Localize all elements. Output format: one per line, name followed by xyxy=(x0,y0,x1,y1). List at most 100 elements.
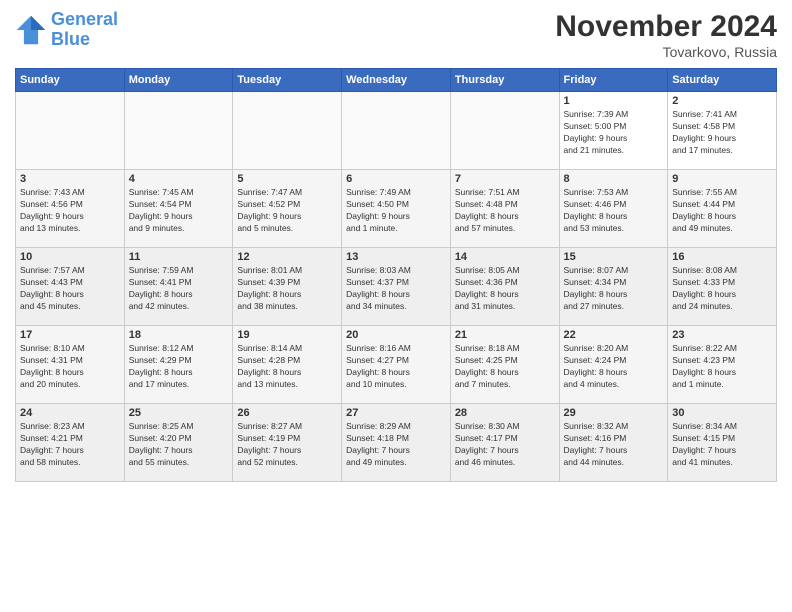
header: General Blue November 2024 Tovarkovo, Ru… xyxy=(15,10,777,60)
day-number: 20 xyxy=(346,329,446,341)
day-info: Sunrise: 8:25 AMSunset: 4:20 PMDaylight:… xyxy=(129,421,229,469)
calendar-cell xyxy=(124,92,233,170)
day-info: Sunrise: 7:43 AMSunset: 4:56 PMDaylight:… xyxy=(20,187,120,235)
day-number: 29 xyxy=(564,407,664,419)
day-number: 9 xyxy=(672,173,772,185)
day-info: Sunrise: 8:32 AMSunset: 4:16 PMDaylight:… xyxy=(564,421,664,469)
calendar-cell: 14 Sunrise: 8:05 AMSunset: 4:36 PMDayligh… xyxy=(450,248,559,326)
day-info: Sunrise: 7:51 AMSunset: 4:48 PMDaylight:… xyxy=(455,187,555,235)
calendar-row-1: 1Sunrise: 7:39 AMSunset: 5:00 PMDaylight… xyxy=(16,92,777,170)
calendar-cell: 24 Sunrise: 8:23 AMSunset: 4:21 PMDayligh… xyxy=(16,404,125,482)
calendar-cell: 30Sunrise: 8:34 AMSunset: 4:15 PMDayligh… xyxy=(668,404,777,482)
day-info: Sunrise: 8:18 AMSunset: 4:25 PMDaylight:… xyxy=(455,343,555,391)
calendar-cell: 29 Sunrise: 8:32 AMSunset: 4:16 PMDayligh… xyxy=(559,404,668,482)
day-info: Sunrise: 7:59 AMSunset: 4:41 PMDaylight:… xyxy=(129,265,229,313)
location: Tovarkovo, Russia xyxy=(555,44,777,60)
day-number: 28 xyxy=(455,407,555,419)
title-block: November 2024 Tovarkovo, Russia xyxy=(555,10,777,60)
calendar-cell: 7 Sunrise: 7:51 AMSunset: 4:48 PMDaylight… xyxy=(450,170,559,248)
day-number: 26 xyxy=(237,407,337,419)
col-monday: Monday xyxy=(124,69,233,92)
day-info: Sunrise: 8:08 AMSunset: 4:33 PMDaylight:… xyxy=(672,265,772,313)
day-number: 6 xyxy=(346,173,446,185)
calendar-cell: 8Sunrise: 7:53 AMSunset: 4:46 PMDaylight… xyxy=(559,170,668,248)
day-number: 10 xyxy=(20,251,120,263)
day-info: Sunrise: 8:23 AMSunset: 4:21 PMDaylight:… xyxy=(20,421,120,469)
calendar-cell: 20 Sunrise: 8:16 AMSunset: 4:27 PMDayligh… xyxy=(342,326,451,404)
calendar-table: Sunday Monday Tuesday Wednesday Thursday… xyxy=(15,68,777,482)
day-number: 11 xyxy=(129,251,229,263)
calendar-cell: 9 Sunrise: 7:55 AMSunset: 4:44 PMDaylight… xyxy=(668,170,777,248)
calendar-cell xyxy=(16,92,125,170)
calendar-cell: 22Sunrise: 8:20 AMSunset: 4:24 PMDayligh… xyxy=(559,326,668,404)
day-info: Sunrise: 8:14 AMSunset: 4:28 PMDaylight:… xyxy=(237,343,337,391)
day-number: 3 xyxy=(20,173,120,185)
day-info: Sunrise: 8:01 AMSunset: 4:39 PMDaylight:… xyxy=(237,265,337,313)
logo-line2: Blue xyxy=(51,29,90,49)
logo: General Blue xyxy=(15,10,118,50)
calendar-cell: 19 Sunrise: 8:14 AMSunset: 4:28 PMDayligh… xyxy=(233,326,342,404)
day-number: 17 xyxy=(20,329,120,341)
day-info: Sunrise: 8:16 AMSunset: 4:27 PMDaylight:… xyxy=(346,343,446,391)
page-container: General Blue November 2024 Tovarkovo, Ru… xyxy=(0,0,792,487)
day-info: Sunrise: 8:29 AMSunset: 4:18 PMDaylight:… xyxy=(346,421,446,469)
day-info: Sunrise: 8:27 AMSunset: 4:19 PMDaylight:… xyxy=(237,421,337,469)
day-info: Sunrise: 7:39 AMSunset: 5:00 PMDaylight:… xyxy=(564,109,664,157)
day-info: Sunrise: 8:12 AMSunset: 4:29 PMDaylight:… xyxy=(129,343,229,391)
day-info: Sunrise: 8:05 AMSunset: 4:36 PMDaylight:… xyxy=(455,265,555,313)
calendar-cell xyxy=(342,92,451,170)
day-number: 27 xyxy=(346,407,446,419)
day-info: Sunrise: 8:20 AMSunset: 4:24 PMDaylight:… xyxy=(564,343,664,391)
calendar-cell: 15Sunrise: 8:07 AMSunset: 4:34 PMDayligh… xyxy=(559,248,668,326)
day-number: 5 xyxy=(237,173,337,185)
day-number: 21 xyxy=(455,329,555,341)
logo-icon xyxy=(15,14,47,46)
calendar-cell: 1Sunrise: 7:39 AMSunset: 5:00 PMDaylight… xyxy=(559,92,668,170)
day-number: 15 xyxy=(564,251,664,263)
calendar-row-3: 10Sunrise: 7:57 AMSunset: 4:43 PMDayligh… xyxy=(16,248,777,326)
calendar-cell: 28 Sunrise: 8:30 AMSunset: 4:17 PMDayligh… xyxy=(450,404,559,482)
day-number: 14 xyxy=(455,251,555,263)
col-saturday: Saturday xyxy=(668,69,777,92)
day-number: 2 xyxy=(672,95,772,107)
calendar-row-4: 17 Sunrise: 8:10 AMSunset: 4:31 PMDayligh… xyxy=(16,326,777,404)
day-info: Sunrise: 8:03 AMSunset: 4:37 PMDaylight:… xyxy=(346,265,446,313)
day-info: Sunrise: 7:55 AMSunset: 4:44 PMDaylight:… xyxy=(672,187,772,235)
day-info: Sunrise: 8:30 AMSunset: 4:17 PMDaylight:… xyxy=(455,421,555,469)
calendar-cell: 3 Sunrise: 7:43 AMSunset: 4:56 PMDaylight… xyxy=(16,170,125,248)
day-info: Sunrise: 8:22 AMSunset: 4:23 PMDaylight:… xyxy=(672,343,772,391)
day-number: 25 xyxy=(129,407,229,419)
day-info: Sunrise: 7:41 AMSunset: 4:58 PMDaylight:… xyxy=(672,109,772,157)
calendar-cell: 5Sunrise: 7:47 AMSunset: 4:52 PMDaylight… xyxy=(233,170,342,248)
calendar-cell: 10Sunrise: 7:57 AMSunset: 4:43 PMDayligh… xyxy=(16,248,125,326)
day-number: 24 xyxy=(20,407,120,419)
calendar-cell: 27 Sunrise: 8:29 AMSunset: 4:18 PMDayligh… xyxy=(342,404,451,482)
calendar-cell: 23 Sunrise: 8:22 AMSunset: 4:23 PMDayligh… xyxy=(668,326,777,404)
day-number: 13 xyxy=(346,251,446,263)
calendar-cell: 25 Sunrise: 8:25 AMSunset: 4:20 PMDayligh… xyxy=(124,404,233,482)
day-number: 30 xyxy=(672,407,772,419)
day-info: Sunrise: 8:10 AMSunset: 4:31 PMDaylight:… xyxy=(20,343,120,391)
col-wednesday: Wednesday xyxy=(342,69,451,92)
day-number: 23 xyxy=(672,329,772,341)
day-number: 19 xyxy=(237,329,337,341)
day-info: Sunrise: 7:45 AMSunset: 4:54 PMDaylight:… xyxy=(129,187,229,235)
calendar-row-5: 24 Sunrise: 8:23 AMSunset: 4:21 PMDayligh… xyxy=(16,404,777,482)
day-number: 4 xyxy=(129,173,229,185)
day-number: 12 xyxy=(237,251,337,263)
calendar-cell: 21 Sunrise: 8:18 AMSunset: 4:25 PMDayligh… xyxy=(450,326,559,404)
calendar-cell: 6 Sunrise: 7:49 AMSunset: 4:50 PMDaylight… xyxy=(342,170,451,248)
calendar-cell: 16Sunrise: 8:08 AMSunset: 4:33 PMDayligh… xyxy=(668,248,777,326)
logo-text: General Blue xyxy=(51,10,118,50)
header-row: Sunday Monday Tuesday Wednesday Thursday… xyxy=(16,69,777,92)
day-number: 7 xyxy=(455,173,555,185)
col-tuesday: Tuesday xyxy=(233,69,342,92)
calendar-cell: 13 Sunrise: 8:03 AMSunset: 4:37 PMDayligh… xyxy=(342,248,451,326)
day-number: 8 xyxy=(564,173,664,185)
calendar-cell: 26 Sunrise: 8:27 AMSunset: 4:19 PMDayligh… xyxy=(233,404,342,482)
logo-line1: General xyxy=(51,9,118,29)
day-info: Sunrise: 7:49 AMSunset: 4:50 PMDaylight:… xyxy=(346,187,446,235)
col-sunday: Sunday xyxy=(16,69,125,92)
calendar-cell: 18Sunrise: 8:12 AMSunset: 4:29 PMDayligh… xyxy=(124,326,233,404)
month-title: November 2024 xyxy=(555,10,777,44)
